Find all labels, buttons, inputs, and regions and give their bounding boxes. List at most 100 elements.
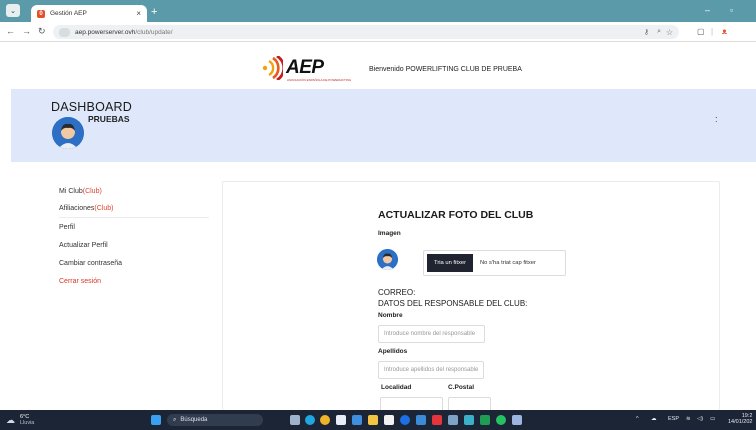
facebook-icon[interactable] <box>400 415 410 425</box>
wifi-icon[interactable]: ≋ <box>686 416 691 422</box>
nombre-input[interactable]: Introduce nombre del responsable <box>378 325 485 343</box>
file-input[interactable]: Tria un fitxer No s'ha triat cap fitxer <box>423 250 566 276</box>
sidebar-item-suffix: (Club) <box>94 205 114 212</box>
chevron-down-icon: ⌄ <box>10 7 16 15</box>
sidebar-item-label: Cerrar sesión <box>59 277 102 285</box>
chrome-icon[interactable] <box>320 415 330 425</box>
sidebar-item-label: Mi Club <box>59 187 83 195</box>
cpostal-label: C.Postal <box>448 384 475 391</box>
start-button-icon[interactable] <box>151 415 161 425</box>
sidebar-nav: Mi Club (Club) Afiliaciones (Club) Perfil … <box>59 182 209 290</box>
toolbar-divider: | <box>711 27 714 36</box>
tray-chevron-icon[interactable]: ^ <box>636 416 639 422</box>
weather-widget[interactable]: 6°C Lluvia <box>20 414 34 426</box>
forward-icon[interactable]: → <box>22 26 31 36</box>
sidebar-item-label: Afiliaciones <box>59 205 95 212</box>
back-icon[interactable]: ← <box>6 26 15 36</box>
excel-icon[interactable] <box>480 415 490 425</box>
correo-label: CORREO: <box>378 288 416 297</box>
avatar <box>52 117 84 149</box>
app-icon[interactable] <box>464 415 474 425</box>
welcome-message: Bienvenido POWERLIFTING CLUB DE PRUEBA <box>369 66 522 73</box>
tab-title: Gestión AEP <box>50 10 87 17</box>
sidebar-item-mi-club[interactable]: Mi Club (Club) <box>59 182 209 200</box>
update-club-card: ACTUALIZAR FOTO DEL CLUB Imagen Tria un … <box>222 181 720 411</box>
url-path: /club/update/ <box>135 28 173 36</box>
dashboard-username: PRUEBAS <box>88 114 130 124</box>
mail-icon[interactable] <box>416 415 426 425</box>
page-title: ACTUALIZAR FOTO DEL CLUB <box>378 209 534 221</box>
logo-tagline: ASOCIACIÓN ESPAÑOLA DE POWERLIFTING <box>287 78 352 82</box>
edge-icon[interactable] <box>305 415 315 425</box>
volume-icon[interactable]: ◁) <box>697 416 703 422</box>
localidad-label: Localidad <box>381 384 412 391</box>
favicon-icon: 0 <box>37 9 45 18</box>
store-icon[interactable] <box>352 415 362 425</box>
bookmark-star-icon[interactable]: ☆ <box>666 28 673 37</box>
sidebar-item-cerrar-sesion[interactable]: Cerrar sesión <box>59 272 209 290</box>
sidebar-item-suffix: (Club) <box>82 187 102 195</box>
restore-button[interactable]: ▫ <box>730 5 733 15</box>
apellidos-label: Apellidos <box>378 348 408 355</box>
user-avatar-icon <box>52 117 84 149</box>
youtube-icon[interactable] <box>432 415 442 425</box>
aep-logo[interactable]: AEP ASOCIACIÓN ESPAÑOLA DE POWERLIFTING <box>259 56 351 82</box>
logo-arcs-icon <box>262 56 283 80</box>
sidebar-item-label: Actualizar Perfil <box>59 241 108 249</box>
dashboard-title: DASHBOARD <box>51 100 132 114</box>
search-icon: ⌕ <box>173 416 177 423</box>
cpostal-input[interactable] <box>448 397 491 411</box>
more-options-icon[interactable]: : <box>715 114 718 124</box>
browser-titlebar: ⌄ 0 Gestión AEP × + – ▫ <box>0 0 756 22</box>
new-tab-button[interactable]: + <box>151 6 157 18</box>
image-label: Imagen <box>378 230 401 237</box>
responsable-heading: DATOS DEL RESPONSABLE DEL CLUB: <box>378 299 528 308</box>
onedrive-icon[interactable]: ☁ <box>651 416 657 422</box>
os-taskbar: ☁ 6°C Lluvia ⌕ Búsqueda ^ ☁ ESP ≋ ◁) ▭ 1… <box>0 410 756 430</box>
tab-close-icon[interactable]: × <box>136 9 141 18</box>
user-avatar-icon <box>377 249 398 270</box>
logo-text: AEP <box>286 57 324 78</box>
task-view-icon[interactable] <box>290 415 300 425</box>
file-status: No s'ha triat cap fitxer <box>480 260 536 266</box>
calculator-icon[interactable] <box>448 415 458 425</box>
language-indicator[interactable]: ESP <box>668 416 679 422</box>
taskbar-search[interactable]: ⌕ Búsqueda <box>167 414 263 426</box>
file-explorer-icon[interactable] <box>368 415 378 425</box>
site-header: AEP ASOCIACIÓN ESPAÑOLA DE POWERLIFTING … <box>0 42 756 89</box>
minimize-button[interactable]: – <box>705 5 710 15</box>
clock-date: 14/01/202 <box>728 419 753 425</box>
sidebar-item-cambiar-contrasena[interactable]: Cambiar contraseña <box>59 254 209 272</box>
app-icon[interactable] <box>336 415 346 425</box>
whatsapp-icon[interactable] <box>496 415 506 425</box>
browser-toolbar: ← → ↻ aep.powerserver.ovh/club/update/ ⚷… <box>0 22 756 42</box>
nombre-label: Nombre <box>378 312 403 319</box>
address-bar[interactable]: aep.powerserver.ovh/club/update/ ⚷ ⌕ ☆ <box>53 25 679 39</box>
battery-icon[interactable]: ▭ <box>710 416 715 422</box>
choose-file-button[interactable]: Tria un fitxer <box>427 254 473 272</box>
club-image-preview <box>377 249 398 270</box>
notepad-icon[interactable] <box>384 415 394 425</box>
sidebar-item-perfil[interactable]: Perfil <box>59 218 209 236</box>
weather-condition: Lluvia <box>20 420 35 426</box>
reload-icon[interactable]: ↻ <box>38 26 46 37</box>
sidebar-item-label: Perfil <box>59 223 75 231</box>
weather-cloud-icon[interactable]: ☁ <box>6 415 15 426</box>
localidad-input[interactable] <box>380 397 443 411</box>
sidebar-item-afiliaciones[interactable]: Afiliaciones (Club) <box>59 200 209 218</box>
site-info-icon[interactable] <box>59 27 70 37</box>
zoom-icon[interactable]: ⌕ <box>657 28 661 36</box>
sidebar-item-label: Cambiar contraseña <box>59 259 123 267</box>
tab-search-button[interactable]: ⌄ <box>6 4 20 17</box>
extensions-icon[interactable]: ▢ <box>697 27 705 36</box>
browser-tab-active[interactable]: 0 Gestión AEP × <box>31 5 147 22</box>
app-icon[interactable] <box>512 415 522 425</box>
apellidos-input[interactable]: Introduce apellidos del responsable <box>378 361 484 379</box>
password-key-icon[interactable]: ⚷ <box>644 28 649 36</box>
sidebar-item-actualizar-perfil[interactable]: Actualizar Perfil <box>59 236 209 254</box>
dashboard-banner: DASHBOARD PRUEBAS : <box>11 89 756 162</box>
extension-icon[interactable]: ᴥ <box>722 27 727 36</box>
search-label: Búsqueda <box>180 417 208 423</box>
url-domain: aep.powerserver.ovh <box>75 28 136 36</box>
clock[interactable]: 19:2 14/01/202 <box>728 413 752 425</box>
